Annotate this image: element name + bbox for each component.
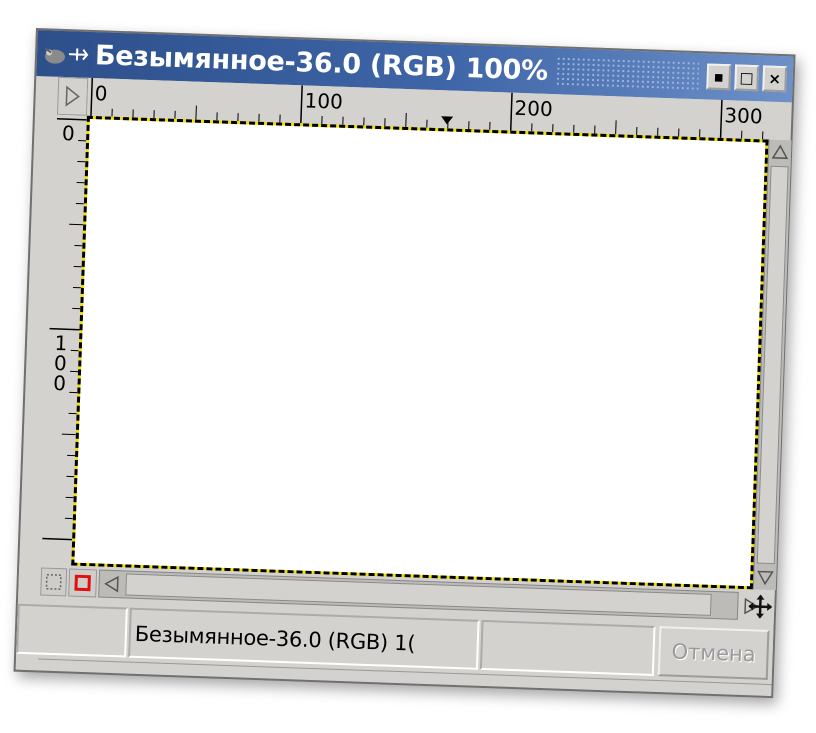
cancel-button[interactable]: Отмена bbox=[657, 626, 770, 680]
scroll-left-arrow-icon[interactable] bbox=[99, 571, 124, 598]
image-status-field: Безымянное-36.0 (RGB) 1( bbox=[128, 607, 480, 670]
vruler-label-100-digit-3: 0 bbox=[52, 370, 67, 396]
hruler-label-200: 200 bbox=[514, 95, 554, 122]
quick-mask-on-button[interactable] bbox=[68, 568, 98, 598]
image-menu-button[interactable] bbox=[56, 76, 89, 116]
navigate-button[interactable] bbox=[746, 589, 775, 624]
scroll-down-arrow-shape bbox=[757, 570, 774, 586]
gimp-wilber-icon[interactable] bbox=[36, 30, 96, 78]
triangle-right-icon bbox=[65, 85, 80, 107]
window-title: Безымянное-36.0 (RGB) 100% bbox=[94, 39, 549, 87]
scroll-left-arrow-shape bbox=[104, 575, 119, 593]
quick-mask-icon bbox=[45, 573, 62, 590]
image-status-label: Безымянное-36.0 (RGB) 1( bbox=[134, 621, 416, 656]
progress-field bbox=[479, 619, 656, 676]
selection-marching-ants bbox=[71, 115, 769, 590]
hruler-label-300: 300 bbox=[723, 103, 763, 129]
image-canvas[interactable] bbox=[71, 115, 769, 590]
minimize-button[interactable]: ▪ bbox=[706, 63, 732, 91]
close-button[interactable]: × bbox=[762, 65, 788, 93]
scroll-up-arrow-shape bbox=[771, 144, 789, 160]
maximize-button[interactable]: □ bbox=[734, 64, 760, 92]
vruler-label-0: 0 bbox=[61, 120, 76, 146]
ruler-pointer-marker bbox=[441, 116, 454, 125]
scroll-up-arrow-icon[interactable] bbox=[769, 140, 792, 165]
quick-mask-toggle-button[interactable] bbox=[40, 567, 68, 597]
title-bar-grip[interactable] bbox=[555, 56, 700, 92]
image-window: Безымянное-36.0 (RGB) 100% ▪ □ × 0 100 2… bbox=[13, 28, 796, 699]
scroll-down-arrow-icon[interactable] bbox=[754, 565, 777, 590]
hruler-label-0: 0 bbox=[94, 81, 108, 106]
pointer-coordinates-field bbox=[16, 603, 128, 658]
window-controls: ▪ □ × bbox=[706, 63, 788, 93]
move-cross-icon bbox=[748, 594, 773, 619]
selection-red-square-icon bbox=[74, 574, 91, 592]
wilber-and-pin-icon bbox=[44, 47, 89, 64]
hruler-label-100: 100 bbox=[304, 88, 344, 114]
